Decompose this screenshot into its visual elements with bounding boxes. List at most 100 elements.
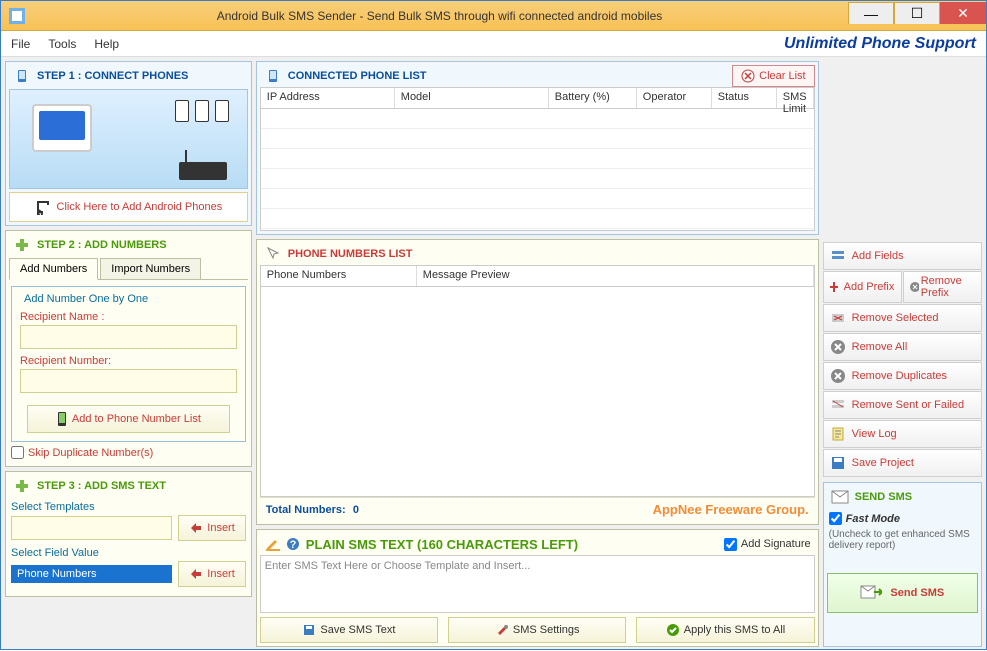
fields-icon [830,248,846,264]
settings-icon [495,623,509,637]
connected-phones-panel: CONNECTED PHONE LIST Clear List IP Addre… [256,61,819,235]
app-window: Android Bulk SMS Sender - Send Bulk SMS … [0,0,987,650]
field-value-dropdown[interactable]: Phone Numbers [11,565,172,583]
remove-all-button[interactable]: Remove All [823,333,982,361]
plus-small-icon [828,280,842,294]
sms-settings-button[interactable]: SMS Settings [448,617,626,643]
insert-icon [189,521,203,535]
template-dropdown[interactable] [11,516,172,540]
save-icon [302,623,316,637]
recipient-name-input[interactable] [20,325,237,349]
window-title: Android Bulk SMS Sender - Send Bulk SMS … [31,9,848,23]
right-column: Add Fields Add Prefix Remove Prefix Remo… [823,61,982,647]
remove-row-icon [830,310,846,326]
col-status: Status [712,88,777,108]
numbers-title: PHONE NUMBERS LIST [260,243,815,265]
add-fields-button[interactable]: Add Fields [823,242,982,270]
menu-file[interactable]: File [11,37,30,51]
step3-title: STEP 3 : ADD SMS TEXT [9,475,248,497]
numbers-table-body[interactable] [260,287,815,497]
cast-icon [35,199,51,215]
total-count: 0 [353,504,359,516]
add-prefix-button[interactable]: Add Prefix [823,271,902,303]
sms-header: ? PLAIN SMS TEXT (160 CHARACTERS LEFT) A… [260,533,815,555]
save-project-icon [830,455,846,471]
save-project-button[interactable]: Save Project [823,449,982,477]
remove-sent-failed-button[interactable]: Remove Sent or Failed [823,391,982,419]
content-area: STEP 1 : CONNECT PHONES Click Here to Ad… [1,57,986,651]
window-buttons: — ☐ ✕ [848,1,986,30]
recipient-number-label: Recipient Number: [20,355,237,367]
clear-list-button[interactable]: Clear List [732,65,814,87]
step1-title: STEP 1 : CONNECT PHONES [9,65,248,87]
remove-prefix-button[interactable]: Remove Prefix [903,271,982,303]
recipient-number-input[interactable] [20,369,237,393]
left-column: STEP 1 : CONNECT PHONES Click Here to Ad… [5,61,252,647]
field-value-row: Phone Numbers Insert [11,561,246,587]
sms-title: PLAIN SMS TEXT (160 CHARACTERS LEFT) [306,537,578,552]
skip-duplicate-checkbox[interactable]: Skip Duplicate Number(s) [11,446,246,459]
insert-template-button[interactable]: Insert [178,515,246,541]
app-icon [9,8,25,24]
tab-import-numbers[interactable]: Import Numbers [100,258,201,279]
phone-icon [13,67,31,85]
numbers-table-header: Phone Numbers Message Preview [260,265,815,287]
titlebar: Android Bulk SMS Sender - Send Bulk SMS … [1,1,986,31]
menu-help[interactable]: Help [94,37,119,51]
select-field-label: Select Field Value [11,547,246,559]
maximize-button[interactable]: ☐ [894,2,940,24]
fieldset-legend: Add Number One by One [20,293,152,305]
menubar: File Tools Help Unlimited Phone Support [1,31,986,57]
step2-panel: STEP 2 : ADD NUMBERS Add Numbers Import … [5,230,252,467]
fast-mode-checkbox[interactable]: Fast Mode [829,512,976,525]
envelope-icon [831,488,849,506]
send-sms-button[interactable]: Send SMS [827,573,978,613]
sms-textarea[interactable]: Enter SMS Text Here or Choose Template a… [260,555,815,613]
col-phonenumbers: Phone Numbers [261,266,417,286]
step2-tabs: Add Numbers Import Numbers [9,258,248,280]
x-small-icon [908,280,919,294]
send-icon [860,584,882,602]
connect-illustration [9,89,248,189]
view-log-button[interactable]: View Log [823,420,982,448]
support-link[interactable]: Unlimited Phone Support [784,35,976,53]
send-title: SEND SMS [827,486,978,508]
cursor-plus-icon [13,236,31,254]
total-numbers-row: Total Numbers: 0 AppNee Freeware Group. [260,497,815,521]
edit-icon [264,535,282,553]
insert-field-button[interactable]: Insert [178,561,246,587]
close-button[interactable]: ✕ [940,2,986,24]
close-circle-icon [741,69,755,83]
apply-sms-button[interactable]: Apply this SMS to All [636,617,814,643]
add-android-phones-button[interactable]: Click Here to Add Android Phones [9,192,248,222]
log-icon [830,426,846,442]
save-sms-button[interactable]: Save SMS Text [260,617,438,643]
connected-table-body[interactable] [260,109,815,231]
add-signature-checkbox[interactable]: Add Signature [724,538,811,551]
minimize-button[interactable]: — [848,2,894,24]
watermark: AppNee Freeware Group. [653,502,809,517]
template-row: Insert [11,515,246,541]
phone-add-icon [56,411,68,427]
help-icon[interactable]: ? [286,537,300,551]
col-battery: Battery (%) [549,88,637,108]
remove-duplicates-button[interactable]: Remove Duplicates [823,362,982,390]
svg-text:?: ? [289,539,296,551]
phone-list-icon [264,67,282,85]
col-ip: IP Address [261,88,395,108]
step1-panel: STEP 1 : CONNECT PHONES Click Here to Ad… [5,61,252,226]
x-circle-icon [830,368,846,384]
add-to-list-button[interactable]: Add to Phone Number List [27,405,231,433]
tab-add-numbers[interactable]: Add Numbers [9,258,98,280]
fast-mode-note: (Uncheck to get enhanced SMS delivery re… [827,529,978,551]
col-model: Model [395,88,549,108]
remove-selected-button[interactable]: Remove Selected [823,304,982,332]
sms-text-panel: ? PLAIN SMS TEXT (160 CHARACTERS LEFT) A… [256,529,819,647]
phone-numbers-panel: PHONE NUMBERS LIST Phone Numbers Message… [256,239,819,525]
select-templates-label: Select Templates [11,501,246,513]
menu-tools[interactable]: Tools [48,37,76,51]
step2-title: STEP 2 : ADD NUMBERS [9,234,248,256]
number-actions-panel: Add Fields Add Prefix Remove Prefix Remo… [823,242,982,478]
connected-table-header: IP Address Model Battery (%) Operator St… [260,87,815,109]
col-operator: Operator [637,88,712,108]
